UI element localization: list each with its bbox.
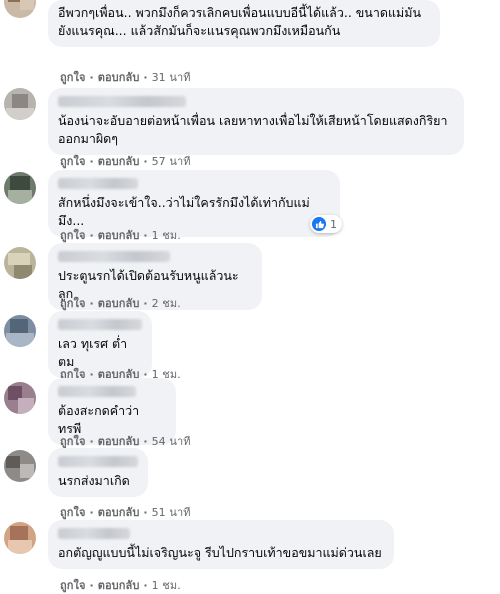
reaction-count[interactable]: 1 xyxy=(310,215,342,233)
like-link[interactable]: ถูกใจ xyxy=(60,435,86,448)
author-name[interactable] xyxy=(58,96,186,107)
comment-actions: ถูกใจ · ตอบกลับ · 51 นาที xyxy=(60,506,191,519)
reply-link[interactable]: ตอบกลับ xyxy=(98,229,140,242)
avatar[interactable] xyxy=(4,382,36,414)
comment-text: อีพวกๆเพื่อน.. พวกมึงก็ควรเลิกคบเพื่อนแบ… xyxy=(58,5,422,38)
timestamp[interactable]: 54 นาที xyxy=(152,435,191,448)
reply-link[interactable]: ตอบกลับ xyxy=(98,297,140,310)
author-name[interactable] xyxy=(58,456,138,467)
like-link[interactable]: ถูกใจ xyxy=(60,506,86,519)
reply-link[interactable]: ตอบกลับ xyxy=(98,506,140,519)
comment-bubble: น้องน่าจะอับอายต่อหน้าเพื่อน เลยหาทางเพื… xyxy=(48,88,464,155)
comment-text: นรกส่งมาเกิด xyxy=(58,473,130,488)
avatar[interactable] xyxy=(4,172,36,204)
comment-actions: ถูกใจ · ตอบกลับ · 31 นาที xyxy=(60,71,191,84)
author-name[interactable] xyxy=(58,528,130,539)
author-name[interactable] xyxy=(58,386,136,397)
like-link[interactable]: ถูกใจ xyxy=(60,579,86,592)
timestamp[interactable]: 31 นาที xyxy=(152,71,191,84)
author-name[interactable] xyxy=(58,178,138,189)
comment-actions: ถูกใจ · ตอบกลับ · 1 ชม. xyxy=(60,229,181,242)
avatar[interactable] xyxy=(4,88,36,120)
avatar[interactable] xyxy=(4,315,36,347)
comment-actions: ถูกใจ · ตอบกลับ · 57 นาที xyxy=(60,155,191,168)
comment-bubble: อีพวกๆเพื่อน.. พวกมึงก็ควรเลิกคบเพื่อนแบ… xyxy=(48,0,440,47)
author-name[interactable] xyxy=(58,251,170,262)
timestamp[interactable]: 51 นาที xyxy=(152,506,191,519)
like-reaction-icon xyxy=(312,217,326,231)
comment-text: น้องน่าจะอับอายต่อหน้าเพื่อน เลยหาทางเพื… xyxy=(58,113,448,146)
avatar[interactable] xyxy=(4,0,36,18)
like-link[interactable]: ถูกใจ xyxy=(60,229,86,242)
timestamp[interactable]: 57 นาที xyxy=(152,155,191,168)
like-link[interactable]: ถูกใจ xyxy=(60,297,86,310)
like-link[interactable]: ถูกใจ xyxy=(60,155,86,168)
comment-actions: ถูกใจ · ตอบกลับ · 2 ชม. xyxy=(60,297,181,310)
reply-link[interactable]: ตอบกลับ xyxy=(98,435,140,448)
reply-link[interactable]: ตอบกลับ xyxy=(98,579,140,592)
comment-actions: ถูกใจ · ตอบกลับ · 1 ชม. xyxy=(60,579,181,592)
timestamp[interactable]: 1 ชม. xyxy=(152,229,181,242)
avatar[interactable] xyxy=(4,522,36,554)
avatar[interactable] xyxy=(4,450,36,482)
timestamp[interactable]: 1 ชม. xyxy=(152,579,181,592)
comment-text: อกตัญญูแบบนี้ไม่เจริญนะจู รีบไปกราบเท้าข… xyxy=(58,545,382,560)
author-name[interactable] xyxy=(58,319,142,330)
comment-bubble: นรกส่งมาเกิด xyxy=(48,448,148,497)
reply-link[interactable]: ตอบกลับ xyxy=(98,155,140,168)
comment-bubble: อกตัญญูแบบนี้ไม่เจริญนะจู รีบไปกราบเท้าข… xyxy=(48,520,394,569)
comment-text: สักหนึ่งมึงจะเข้าใจ..ว่าไม่ใครรักมึงได้เ… xyxy=(58,195,310,228)
reply-link[interactable]: ตอบกลับ xyxy=(98,71,140,84)
avatar[interactable] xyxy=(4,247,36,279)
timestamp[interactable]: 2 ชม. xyxy=(152,297,181,310)
like-link[interactable]: ถูกใจ xyxy=(60,71,86,84)
